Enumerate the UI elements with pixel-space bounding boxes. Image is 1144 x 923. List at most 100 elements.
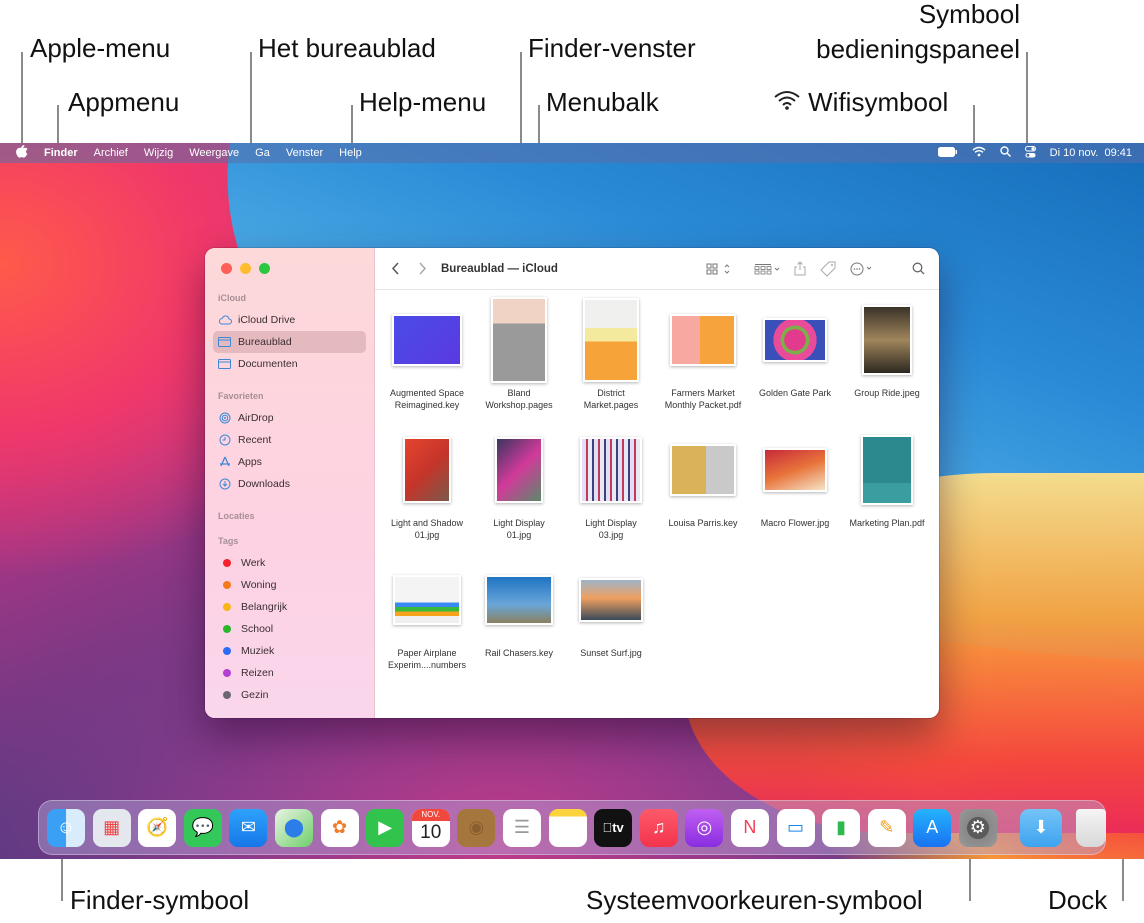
callout-menubar: Menubalk [546,87,659,117]
battery-icon[interactable] [937,146,958,160]
file-preview-image [763,318,827,362]
sidebar-item-label: Documenten [238,358,298,370]
dock-system-preferences[interactable]: ⚙ [958,808,997,847]
view-mode-icon-button[interactable] [706,263,732,275]
file-preview-image [670,444,736,496]
file-item[interactable]: District Market.pages [565,298,657,429]
file-name-line1: Rail Chasers.key [484,648,554,658]
menu-archief[interactable]: Archief [86,147,136,159]
dock-music[interactable]: ♫ [639,808,678,847]
sidebar-item-documenten[interactable]: Documenten [213,353,366,375]
sidebar-tag-reizen[interactable]: Reizen [213,662,366,684]
more-actions-button[interactable] [850,262,876,276]
file-item[interactable]: Light Display 03.jpg [565,429,657,559]
sidebar-tag-belangrijk[interactable]: Belangrijk [213,596,366,618]
file-item[interactable]: Rail Chasers.key [473,559,565,689]
desktop[interactable]: Finder Archief Wijzig Weergave Ga Venste… [0,143,1144,859]
file-item[interactable]: Macro Flower.jpg [749,429,841,559]
zoom-button[interactable] [259,263,270,274]
menu-help[interactable]: Help [331,147,370,159]
apple-menu-icon[interactable] [0,145,36,161]
sidebar-item-recent[interactable]: Recent [213,429,366,451]
dock-numbers[interactable]: ▮ [822,808,861,847]
dock-news[interactable]: N [730,808,769,847]
close-button[interactable] [221,263,232,274]
sidebar-section-locations[interactable]: Locaties [205,511,374,523]
finder-window[interactable]: iCloud iCloud Drive Bureaublad Documente… [205,248,939,718]
file-item[interactable]: Bland Workshop.pages [473,297,565,429]
wifi-menubar-icon[interactable] [972,146,986,160]
dock-notes[interactable] [548,808,587,847]
minimize-button[interactable] [240,263,251,274]
sidebar-item-airdrop[interactable]: AirDrop [213,407,366,429]
menu-ga[interactable]: Ga [247,147,278,159]
dock-maps[interactable]: ⬤ [274,808,313,847]
menu-weergave[interactable]: Weergave [181,147,247,159]
dock-facetime[interactable]: ▶ [366,808,405,847]
control-center-icon[interactable] [1024,145,1036,161]
dock-keynote[interactable]: ▭ [776,808,815,847]
dock-calendar[interactable]: NOV. 10 [411,808,450,847]
group-button[interactable] [754,263,782,275]
reminders-icon: ☰ [513,817,530,837]
dock-safari[interactable]: 🧭 [138,808,177,847]
file-item[interactable]: Group Ride.jpeg [841,299,933,429]
file-item[interactable]: Marketing Plan.pdf [841,429,933,559]
sidebar-item-label: Woning [241,579,277,591]
forward-button[interactable] [418,262,427,275]
dock-app-store[interactable]: A [913,808,952,847]
sidebar-tag-school[interactable]: School [213,618,366,640]
clock-datetime[interactable]: Di 10 nov. 09:41 [1050,147,1132,159]
tag-button[interactable] [820,261,836,277]
file-name: Marketing Plan.pdf [841,517,933,529]
callout-system-prefs: Systeemvoorkeuren-symbool [586,885,923,915]
photos-icon: ✿ [332,817,348,837]
file-thumbnail [844,299,930,381]
dock-downloads-folder[interactable]: ⬇ [1020,808,1063,847]
dock-photos[interactable]: ✿ [320,808,359,847]
sidebar-section-tags[interactable]: Tags [205,536,374,548]
sidebar-item-icloud-drive[interactable]: iCloud Drive [213,309,366,331]
spotlight-icon[interactable] [999,146,1011,160]
dock-pages[interactable]: ✎ [867,808,906,847]
share-button[interactable] [794,261,806,276]
file-item[interactable]: Paper Airplane Experim....numbers [381,559,473,689]
dock-messages[interactable]: 💬 [183,808,222,847]
file-item[interactable]: Golden Gate Park [749,299,841,429]
dock-mail[interactable]: ✉ [229,808,268,847]
dock-trash[interactable] [1075,808,1106,847]
file-item[interactable]: Augmented Space Reimagined.key [381,299,473,429]
file-item[interactable]: Farmers Market Monthly Packet.pdf [657,299,749,429]
menu-wijzig[interactable]: Wijzig [136,147,181,159]
dock-contacts[interactable]: ◉ [457,808,496,847]
sidebar-tag-muziek[interactable]: Muziek [213,640,366,662]
dock-apple-tv[interactable]: tv [594,808,633,847]
sidebar-item-downloads[interactable]: Downloads [213,473,366,495]
sidebar-tag-gezin[interactable]: Gezin [213,684,366,706]
dock-launchpad[interactable]: ▦ [92,808,131,847]
calendar-icon: NOV. 10 [411,808,450,847]
sidebar-tag-werk[interactable]: Werk [213,552,366,574]
file-name: Bland Workshop.pages [473,387,565,411]
file-item[interactable]: Light Display 01.jpg [473,429,565,559]
search-button[interactable] [912,262,925,275]
sidebar-item-apps[interactable]: Apps [213,451,366,473]
dock-finder[interactable]: ☺ [47,808,85,847]
file-preview-image [392,314,462,366]
dock-podcasts[interactable]: ◎ [685,808,724,847]
file-item[interactable]: Sunset Surf.jpg [565,559,657,689]
file-item[interactable]: Light and Shadow 01.jpg [381,429,473,559]
file-item[interactable]: Louisa Parris.key [657,429,749,559]
file-thumbnail [568,429,654,511]
dock: ☺ ▦ 🧭 💬 ✉ ⬤ ✿ ▶ NOV.10 ◉ ☰ tv ♫ ◎ N ▭ ▮ ✎ A ⚙ ⬇ [38,800,1106,855]
window-controls [205,263,374,275]
menu-venster[interactable]: Venster [278,147,331,159]
sidebar-item-label: Reizen [241,667,274,679]
sidebar-tag-woning[interactable]: Woning [213,574,366,596]
menu-finder[interactable]: Finder [36,147,86,159]
tag-color-dot [223,581,231,589]
back-button[interactable] [391,262,400,275]
dock-reminders[interactable]: ☰ [502,808,541,847]
apple-tv-icon: tv [602,820,623,835]
sidebar-item-bureaublad[interactable]: Bureaublad [213,331,366,353]
